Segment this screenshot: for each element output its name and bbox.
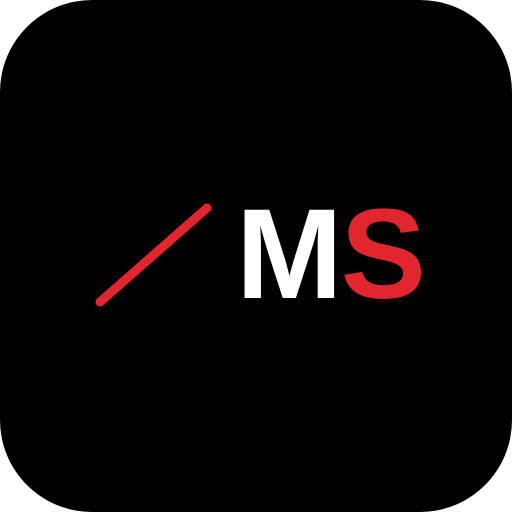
logo-monogram: M S	[236, 191, 426, 319]
logo-letter-m: M	[236, 183, 343, 326]
app-icon: M S	[0, 0, 512, 512]
logo-letter-s: S	[340, 183, 426, 326]
